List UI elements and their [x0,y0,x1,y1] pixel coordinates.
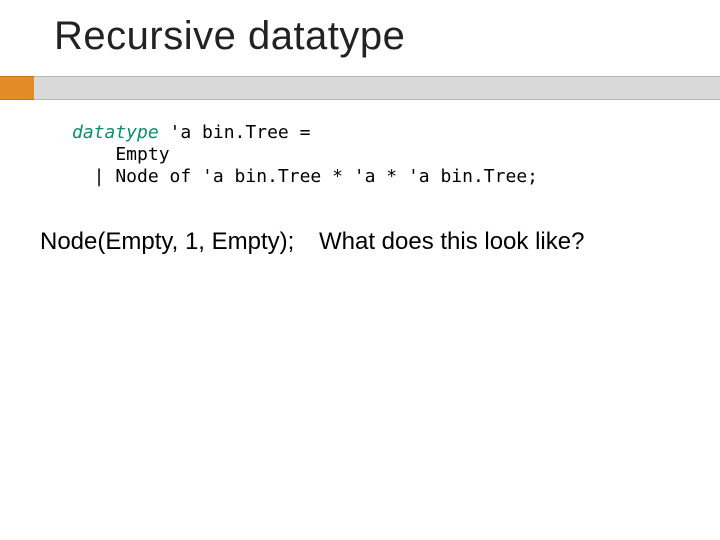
example-question: What does this look like? [319,228,584,255]
slide: Recursive datatype datatype 'a bin.Tree … [0,0,720,540]
slide-title: Recursive datatype [54,14,405,59]
example-expression: Node(Empty, 1, Empty); [40,228,294,255]
title-underline-bar [0,76,720,100]
code-block: datatype 'a bin.Tree = Empty | Node of '… [72,122,538,188]
example-line: Node(Empty, 1, Empty); What does this lo… [40,228,584,256]
code-line-3: | Node of 'a bin.Tree * 'a * 'a bin.Tree… [72,166,538,187]
code-keyword: datatype [72,122,159,143]
accent-chip [0,76,34,100]
code-line-1-rest: 'a bin.Tree = [159,122,311,143]
code-line-2: Empty [72,144,170,165]
